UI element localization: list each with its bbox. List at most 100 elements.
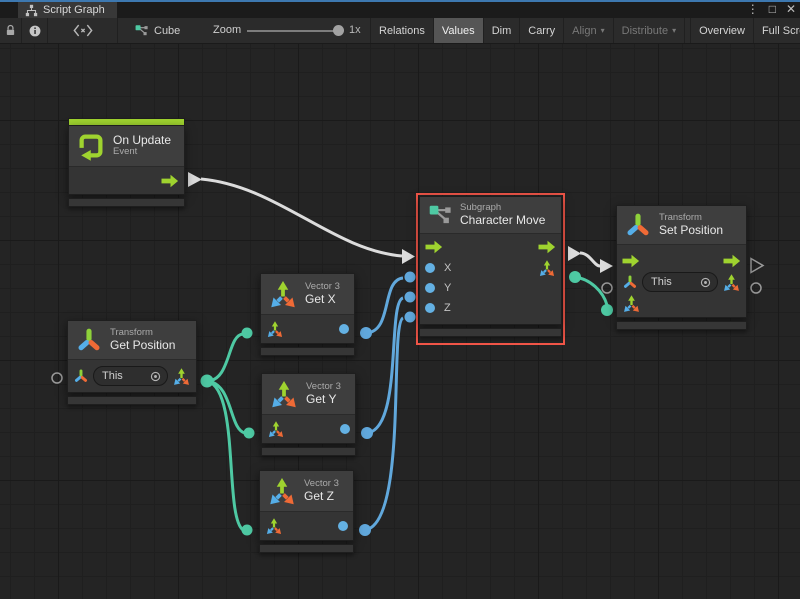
float-output-port[interactable] [340, 424, 350, 434]
graph-owner-name: Cube [154, 25, 180, 37]
node-subtitle: Event [113, 147, 171, 158]
node-character-move-selection: Subgraph Character Move X Y [416, 193, 565, 345]
node-header: Transform Get Position [68, 321, 196, 360]
x-input-port[interactable] [425, 263, 435, 273]
distribute-label: Distribute [622, 25, 668, 37]
node-footer [67, 396, 197, 405]
node-on-update[interactable]: On Update Event [68, 118, 185, 207]
node-footer [419, 328, 562, 337]
vector3-icon [268, 279, 298, 309]
zoom-label: Zoom [213, 24, 241, 36]
node-header: Vector 3 Get X [261, 274, 354, 315]
node-get-z[interactable]: Vector 3 Get Z [259, 470, 354, 553]
node-header: Vector 3 Get Y [262, 374, 355, 415]
port-label-x: X [444, 262, 451, 274]
tab-bar: Script Graph ⋮ □ ✕ [0, 0, 800, 18]
vector3-output-port[interactable] [538, 259, 556, 277]
node-subtitle: Transform [110, 328, 175, 339]
node-header: Vector 3 Get Z [260, 471, 353, 512]
carry-button[interactable]: Carry [520, 18, 564, 43]
align-dropdown[interactable]: Align ▾ [564, 18, 613, 43]
relations-button[interactable]: Relations [371, 18, 434, 43]
values-button[interactable]: Values [434, 18, 484, 43]
node-header: Transform Set Position [617, 206, 746, 245]
object-picker-icon[interactable] [699, 276, 712, 289]
zoom-slider-handle[interactable] [333, 25, 344, 36]
node-get-position[interactable]: Transform Get Position This [67, 320, 197, 405]
node-subtitle: Vector 3 [304, 479, 339, 490]
node-title: Get Position [110, 339, 175, 353]
vector3-input-port[interactable] [622, 294, 641, 313]
event-accent-bar [68, 118, 185, 125]
transform-icon [75, 326, 103, 354]
vector3-input-port[interactable] [266, 320, 284, 338]
graph-toolbar: Cube Zoom 1x Relations Values Dim Carry … [0, 18, 800, 44]
values-label: Values [442, 25, 475, 37]
distribute-dropdown[interactable]: Distribute ▾ [614, 18, 685, 43]
script-graph-window: On Update Event Transform Get Position [0, 0, 800, 599]
close-icon[interactable]: ✕ [786, 1, 796, 17]
node-footer [260, 347, 355, 356]
graph-owner-breadcrumb[interactable]: Cube [134, 18, 180, 43]
transform-input-port[interactable] [622, 274, 638, 290]
fullscreen-label: Full Screen [762, 25, 800, 37]
node-title: Character Move [460, 214, 545, 228]
z-input-port[interactable] [425, 303, 435, 313]
tab-script-graph[interactable]: Script Graph [18, 2, 117, 18]
node-set-position[interactable]: Transform Set Position This [616, 205, 747, 330]
tab-title: Script Graph [43, 4, 105, 16]
node-header: Subgraph Character Move [420, 197, 561, 234]
node-subtitle: Subgraph [460, 203, 545, 214]
control-output-port[interactable] [723, 254, 741, 268]
this-field-value: This [651, 276, 672, 288]
window-menu-icon[interactable]: ⋮ [747, 1, 759, 17]
graph-info-button[interactable] [22, 18, 48, 43]
node-footer [261, 447, 356, 456]
vector3-input-port[interactable] [265, 517, 283, 535]
vector3-output-port[interactable] [172, 367, 191, 386]
fullscreen-button[interactable]: Full Screen [754, 18, 800, 43]
dim-label: Dim [492, 25, 512, 37]
code-icon [73, 24, 93, 37]
float-output-port[interactable] [339, 324, 349, 334]
vector3-output-port[interactable] [722, 273, 741, 292]
transform-input-port[interactable] [73, 368, 89, 384]
graph-hierarchy-icon [25, 4, 38, 17]
this-object-field[interactable]: This [642, 272, 718, 292]
control-output-port[interactable] [538, 240, 556, 254]
vector3-input-port[interactable] [267, 420, 285, 438]
node-subtitle: Transform [659, 213, 723, 224]
node-title: Get Z [304, 490, 339, 504]
float-output-port[interactable] [338, 521, 348, 531]
node-get-y[interactable]: Vector 3 Get Y [261, 373, 356, 456]
lock-button[interactable] [0, 18, 22, 43]
node-header: On Update Event [69, 126, 184, 167]
this-object-field[interactable]: This [93, 366, 168, 386]
zoom-slider-track[interactable] [247, 30, 338, 32]
relations-label: Relations [379, 25, 425, 37]
object-picker-icon[interactable] [149, 370, 162, 383]
control-output-port[interactable] [161, 174, 179, 188]
code-preview-button[interactable] [48, 18, 118, 43]
align-label: Align [572, 25, 596, 37]
subgraph-icon [427, 202, 453, 228]
node-footer [616, 321, 747, 330]
transform-icon [624, 211, 652, 239]
y-input-port[interactable] [425, 283, 435, 293]
control-input-port[interactable] [425, 240, 443, 254]
node-title: On Update [113, 134, 171, 148]
node-character-move[interactable]: Subgraph Character Move X Y [419, 196, 562, 337]
chevron-down-icon: ▾ [601, 27, 605, 35]
dim-button[interactable]: Dim [484, 18, 521, 43]
carry-label: Carry [528, 25, 555, 37]
maximize-icon[interactable]: □ [769, 1, 776, 17]
node-get-x[interactable]: Vector 3 Get X [260, 273, 355, 356]
overview-label: Overview [699, 25, 745, 37]
info-icon [28, 24, 42, 38]
overview-button[interactable]: Overview [690, 18, 754, 43]
node-footer [68, 198, 185, 207]
node-title: Set Position [659, 224, 723, 238]
control-input-port[interactable] [622, 254, 640, 268]
this-field-value: This [102, 370, 123, 382]
node-footer [259, 544, 354, 553]
